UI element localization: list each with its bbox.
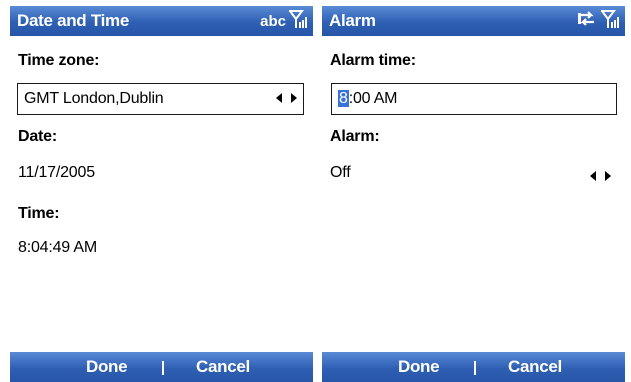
date-label: Date:: [18, 128, 58, 145]
title-bar: Date and Time abc: [10, 6, 313, 36]
signal-strength-icon: [288, 9, 307, 34]
cancel-button[interactable]: Cancel: [196, 357, 250, 377]
date-field[interactable]: 11/17/2005: [18, 164, 95, 182]
picker-arrows[interactable]: [276, 93, 297, 103]
arrow-left-icon[interactable]: [590, 171, 596, 181]
arrow-right-icon[interactable]: [605, 171, 611, 181]
done-button[interactable]: Done: [398, 357, 440, 377]
alarm-value[interactable]: Off: [330, 164, 351, 182]
softkey-bar: Done Cancel: [10, 352, 313, 382]
time-zone-value: GMT London,Dublin: [24, 90, 164, 107]
arrow-right-icon[interactable]: [291, 93, 297, 103]
done-button[interactable]: Done: [86, 357, 128, 377]
alarm-time-rest: :00 AM: [348, 90, 398, 107]
time-field[interactable]: 8:04:49 AM: [18, 239, 97, 257]
time-label: Time:: [18, 205, 60, 222]
arrow-left-icon[interactable]: [276, 93, 282, 103]
alarm-picker-arrows[interactable]: [590, 171, 611, 181]
alarm-time-input[interactable]: 8:00 AM: [331, 83, 617, 115]
screen-title: Date and Time: [17, 11, 129, 30]
softkey-bar: Done Cancel: [322, 352, 625, 382]
softkey-divider: [474, 361, 476, 375]
screen-title: Alarm: [329, 11, 376, 30]
date-time-screen: Date and Time abc Time zone: GMT London,…: [10, 6, 313, 382]
sync-icon: [576, 9, 598, 34]
alarm-label: Alarm:: [330, 128, 380, 145]
cancel-button[interactable]: Cancel: [508, 357, 562, 377]
signal-strength-icon: [600, 9, 619, 34]
alarm-time-label: Alarm time:: [330, 52, 416, 69]
alarm-screen: Alarm Alarm time: 8:00 AM Alarm: Off Don…: [322, 6, 625, 382]
alarm-time-value: 8:00 AM: [338, 90, 398, 108]
softkey-divider: [162, 361, 164, 375]
time-zone-label: Time zone:: [18, 52, 100, 69]
time-zone-picker[interactable]: GMT London,Dublin: [17, 83, 304, 115]
status-indicators: [576, 9, 619, 33]
title-bar: Alarm: [322, 6, 625, 36]
status-indicators: abc: [260, 9, 307, 33]
input-mode-indicator: abc: [260, 12, 286, 30]
selected-hour: 8: [338, 90, 349, 107]
